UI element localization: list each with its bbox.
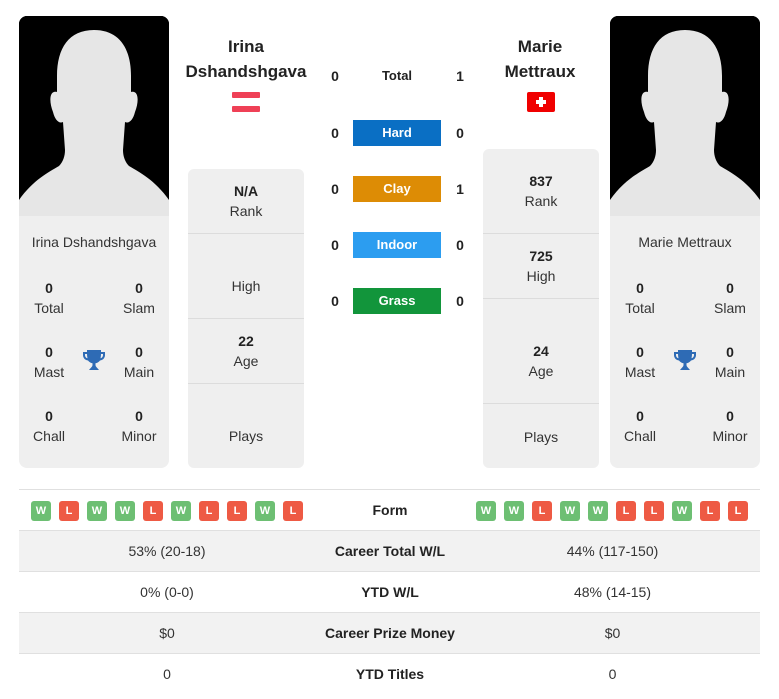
titles-mast: 0 Mast xyxy=(33,344,65,380)
titles-minor: 0 Minor xyxy=(121,408,157,444)
austria-flag-icon xyxy=(232,92,260,112)
form-win-badge[interactable]: W xyxy=(255,501,275,521)
h2h-grass-row: 0 Grass 0 xyxy=(325,288,470,314)
titles-total: 0 Total xyxy=(625,280,655,316)
table-row: 0 YTD Titles 0 xyxy=(19,654,760,695)
comparison-table: WLWWLWLLWL Form WWLWWLLWLL 53% (20-18) C… xyxy=(19,489,760,695)
row-label: Career Prize Money xyxy=(325,625,455,641)
plays-stat: Plays xyxy=(523,428,559,445)
table-row: $0 Career Prize Money $0 xyxy=(19,613,760,654)
row-label: Career Total W/L xyxy=(334,543,446,559)
player2-value: 44% (117-150) xyxy=(566,543,659,559)
player1-titles-card: Irina Dshandshgava 0 Total 0 Slam 0 Mast 0M… xyxy=(19,216,169,468)
titles-total: 0 Total xyxy=(34,280,64,316)
titles-slam: 0 Slam xyxy=(123,280,155,316)
form-loss-badge[interactable]: L xyxy=(616,501,636,521)
form-loss-badge[interactable]: L xyxy=(283,501,303,521)
h2h-hard-row: 0 Hard 0 xyxy=(325,120,470,146)
player2-value: $0 xyxy=(604,625,621,641)
form-loss-badge[interactable]: L xyxy=(728,501,748,521)
player2-form: WWLWWLLWLL xyxy=(476,501,748,521)
form-row: WLWWLWLLWL Form WWLWWLLWLL xyxy=(19,490,760,531)
form-loss-badge[interactable]: L xyxy=(700,501,720,521)
player2-value: 48% (14-15) xyxy=(573,584,652,600)
form-loss-badge[interactable]: L xyxy=(644,501,664,521)
surface-indoor-button[interactable]: Indoor xyxy=(353,232,441,258)
form-win-badge[interactable]: W xyxy=(115,501,135,521)
h2h-clay-row: 0 Clay 1 xyxy=(325,176,470,202)
surface-hard-button[interactable]: Hard xyxy=(353,120,441,146)
player1-value: 53% (20-18) xyxy=(128,543,206,559)
form-win-badge[interactable]: W xyxy=(672,501,692,521)
form-loss-badge[interactable]: L xyxy=(143,501,163,521)
row-label: YTD Titles xyxy=(355,666,425,682)
plays-stat: Plays xyxy=(228,427,264,444)
player1-name[interactable]: Irina Dshandshgava xyxy=(176,34,316,84)
form-loss-badge[interactable]: L xyxy=(59,501,79,521)
titles-mast: 0 Mast xyxy=(624,344,656,380)
player1-form: WLWWLWLLWL xyxy=(31,501,303,521)
h2h-total-label: Total xyxy=(381,68,413,83)
player2-rank-card: 837 Rank 725 High 24 Age Plays xyxy=(483,149,599,468)
trophy-icon xyxy=(83,350,105,370)
table-row: 0% (0-0) YTD W/L 48% (14-15) xyxy=(19,572,760,613)
rank-stat: 837 Rank xyxy=(483,149,599,234)
form-win-badge[interactable]: W xyxy=(588,501,608,521)
form-win-badge[interactable]: W xyxy=(560,501,580,521)
titles-chall: 0 Chall xyxy=(33,408,65,444)
player2-titles-card: Marie Mettraux 0 Total 0 Slam 0 Mast 0 Main … xyxy=(610,216,760,468)
player2-name[interactable]: Marie Mettraux xyxy=(470,34,610,84)
surface-grass-button[interactable]: Grass xyxy=(353,288,441,314)
player1-rank-card: N/A Rank High 22 Age Plays xyxy=(188,169,304,468)
age-stat: 22 Age xyxy=(188,319,304,384)
player-silhouette-icon xyxy=(610,16,760,216)
trophy-icon xyxy=(674,350,696,370)
titles-chall: 0 Chall xyxy=(624,408,656,444)
form-win-badge[interactable]: W xyxy=(87,501,107,521)
form-loss-badge[interactable]: L xyxy=(532,501,552,521)
titles-slam: 0 Slam xyxy=(714,280,746,316)
player1-value: 0% (0-0) xyxy=(140,584,194,600)
form-loss-badge[interactable]: L xyxy=(227,501,247,521)
form-win-badge[interactable]: W xyxy=(31,501,51,521)
player2-photo xyxy=(610,16,760,216)
age-stat: 24 Age xyxy=(483,319,599,404)
player1-card-name: Irina Dshandshgava xyxy=(31,234,157,250)
player1-value: $0 xyxy=(159,625,175,641)
surface-clay-button[interactable]: Clay xyxy=(353,176,441,202)
h2h-indoor-row: 0 Indoor 0 xyxy=(325,232,470,258)
titles-main: 0 Main xyxy=(714,344,746,380)
form-win-badge[interactable]: W xyxy=(476,501,496,521)
form-loss-badge[interactable]: L xyxy=(199,501,219,521)
form-win-badge[interactable]: W xyxy=(171,501,191,521)
row-label: YTD W/L xyxy=(361,584,419,600)
titles-minor: 0 Minor xyxy=(712,408,748,444)
form-win-badge[interactable]: W xyxy=(504,501,524,521)
high-stat: High xyxy=(188,254,304,319)
rank-stat: N/A Rank xyxy=(188,169,304,234)
table-row: 53% (20-18) Career Total W/L 44% (117-15… xyxy=(19,531,760,572)
form-label: Form xyxy=(372,502,408,518)
player1-value: 0 xyxy=(163,666,171,682)
player1-photo xyxy=(19,16,169,216)
player-silhouette-icon xyxy=(19,16,169,216)
high-stat: 725 High xyxy=(483,234,599,299)
h2h-total-row: 0 Total 1 xyxy=(325,63,470,89)
titles-main: 0 Main xyxy=(123,344,155,380)
switzerland-flag-icon xyxy=(527,92,555,112)
player2-card-name: Marie Mettraux xyxy=(638,234,732,250)
player2-value: 0 xyxy=(608,666,617,682)
